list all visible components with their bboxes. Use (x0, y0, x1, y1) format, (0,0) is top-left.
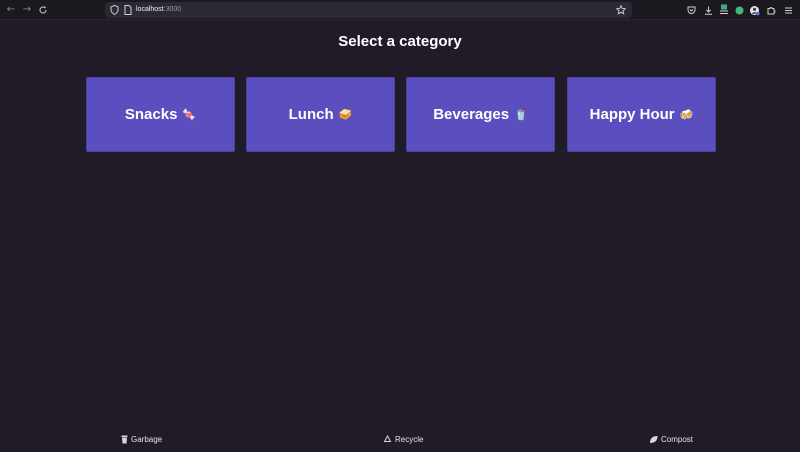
category-label: Beverages (433, 106, 510, 123)
menu-icon[interactable] (782, 3, 794, 17)
shield-icon[interactable] (110, 5, 119, 15)
url-port: :3000 (163, 6, 182, 13)
footer-garbage-link[interactable]: Garbage (121, 433, 162, 445)
candy-icon: 🍬 (182, 109, 197, 121)
footer-compost-label: Compost (661, 434, 694, 444)
page-icon (124, 5, 132, 15)
category-label: Happy Hour (589, 106, 675, 123)
leaf-icon (650, 435, 658, 443)
address-bar[interactable]: localhost:3000 (105, 2, 632, 18)
back-arrow-icon[interactable]: ← (4, 3, 18, 17)
url-text[interactable]: localhost:3000 (136, 2, 181, 18)
category-card-snacks[interactable]: Snacks 🍬 (86, 77, 235, 152)
reload-icon[interactable] (36, 3, 50, 17)
extension-badge-icon[interactable] (718, 3, 730, 17)
category-card-beverages[interactable]: Beverages 🥤 (406, 77, 555, 152)
category-card-happy-hour[interactable]: Happy Hour 🍻 (567, 77, 716, 152)
profile-avatar-icon[interactable] (748, 3, 760, 17)
cup-icon: 🥤 (514, 109, 528, 121)
extensions-puzzle-icon[interactable] (765, 3, 777, 17)
page-title: Select a category (338, 33, 462, 50)
category-card-lunch[interactable]: Lunch 🥪 (246, 77, 395, 152)
pocket-icon[interactable] (685, 3, 697, 17)
download-icon[interactable] (702, 3, 714, 17)
footer-compost-link[interactable]: Compost (649, 433, 693, 445)
footer-recycle-link[interactable]: Recycle (383, 433, 423, 445)
browser-toolbar: ← → localhost:3000 (0, 0, 800, 20)
bookmark-star-icon[interactable] (616, 5, 626, 15)
sandwich-icon: 🥪 (338, 109, 353, 121)
trash-can-icon (121, 435, 128, 443)
green-extension-icon[interactable] (733, 3, 745, 17)
recycle-icon (383, 434, 392, 442)
forward-arrow-icon[interactable]: → (20, 3, 34, 17)
footer-garbage-label: Garbage (131, 434, 163, 444)
footer-recycle-label: Recycle (395, 434, 424, 444)
category-label: Snacks (124, 106, 178, 123)
url-host: localhost (136, 6, 164, 13)
category-label: Lunch (288, 106, 334, 123)
beer-mugs-icon: 🍻 (679, 109, 694, 121)
